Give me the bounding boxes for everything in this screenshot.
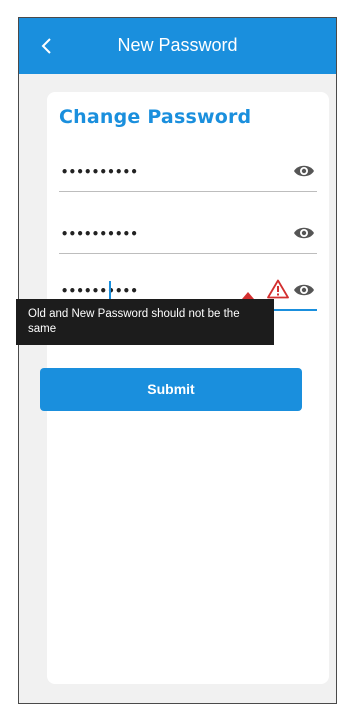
warning-icon[interactable]	[267, 279, 289, 299]
field-underline	[59, 191, 317, 192]
password-value: ••••••••••	[61, 284, 139, 298]
text-caret	[109, 281, 111, 299]
tooltip-pointer	[242, 292, 254, 299]
page-title: New Password	[117, 35, 238, 55]
app-bar: New Password	[19, 18, 336, 74]
current-password-field[interactable]: ••••••••••	[59, 156, 317, 192]
form-heading: Change Password	[59, 106, 252, 128]
eye-icon[interactable]	[293, 162, 315, 180]
error-tooltip: Old and New Password should not be the s…	[16, 299, 274, 345]
password-value: ••••••••••	[61, 227, 139, 241]
new-password-field[interactable]: ••••••••••	[59, 218, 317, 254]
password-value: ••••••••••	[61, 165, 139, 179]
submit-button[interactable]: Submit	[40, 368, 302, 411]
field-underline	[59, 253, 317, 254]
eye-icon[interactable]	[293, 224, 315, 242]
eye-icon[interactable]	[293, 281, 315, 299]
phone-screen: New Password Change Password •••••••••• …	[18, 17, 337, 704]
